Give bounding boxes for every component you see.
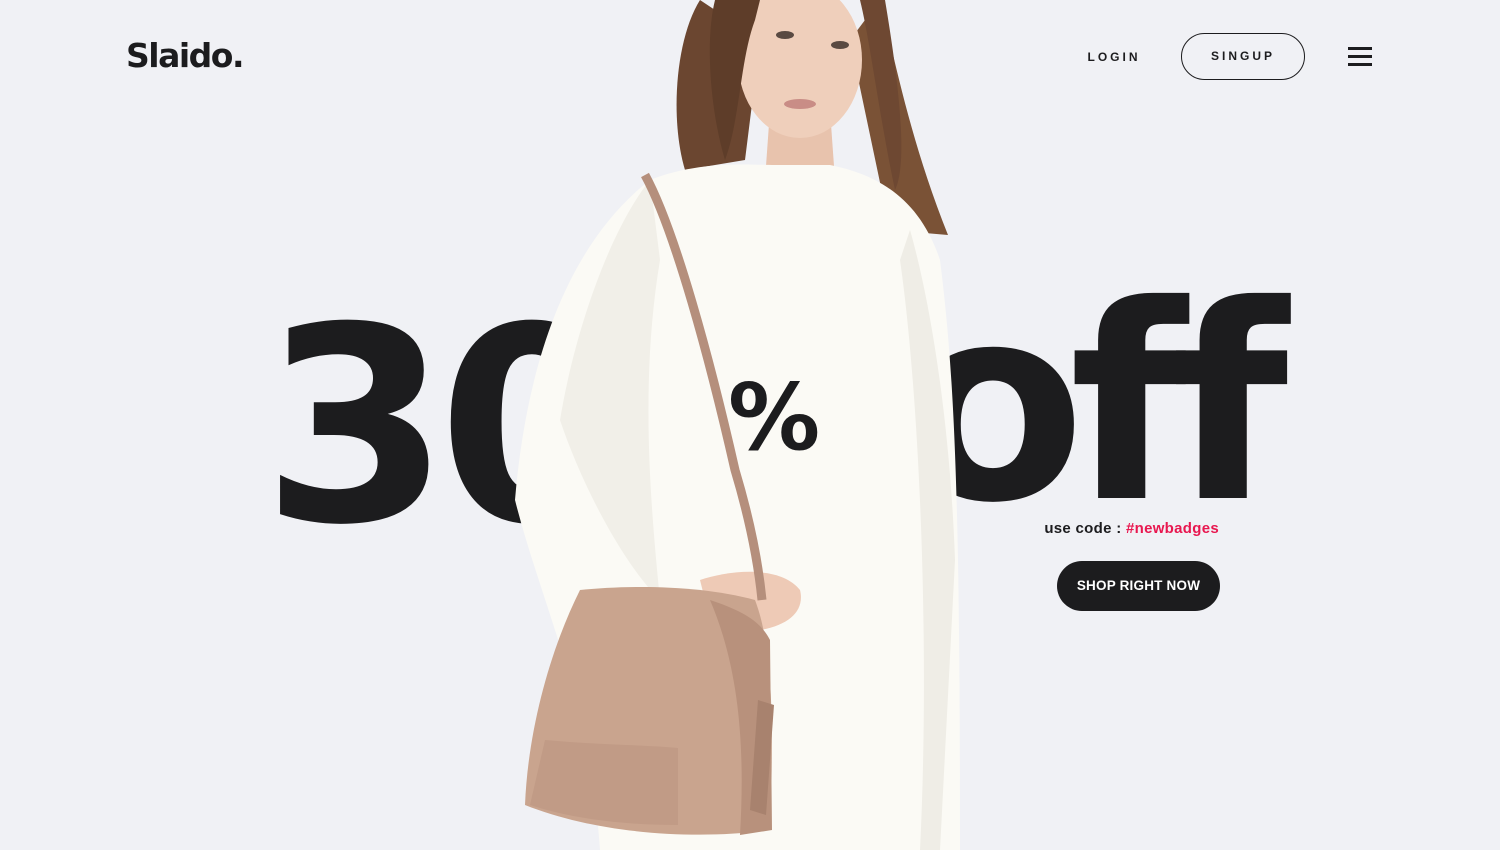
shop-now-button[interactable]: SHOP RIGHT NOW	[1057, 561, 1220, 611]
landing-page: Slaido. LOGIN SINGUP 30 off % use code:…	[0, 0, 1500, 850]
promo-code: #newbadges	[1125, 520, 1219, 537]
menu-bar	[1348, 47, 1372, 50]
promo-code-text: use code : #newbadges	[1000, 520, 1219, 537]
percent-sign: %	[728, 364, 821, 471]
brand-logo[interactable]: Slaido.	[126, 36, 245, 75]
menu-bar	[1348, 55, 1372, 58]
promo-code-prefix: use code :	[1044, 520, 1126, 537]
signup-button[interactable]: SINGUP	[1181, 33, 1305, 80]
menu-bar	[1348, 63, 1372, 66]
hamburger-menu-icon[interactable]	[1348, 47, 1372, 67]
login-link[interactable]: LOGIN	[1064, 46, 1164, 68]
